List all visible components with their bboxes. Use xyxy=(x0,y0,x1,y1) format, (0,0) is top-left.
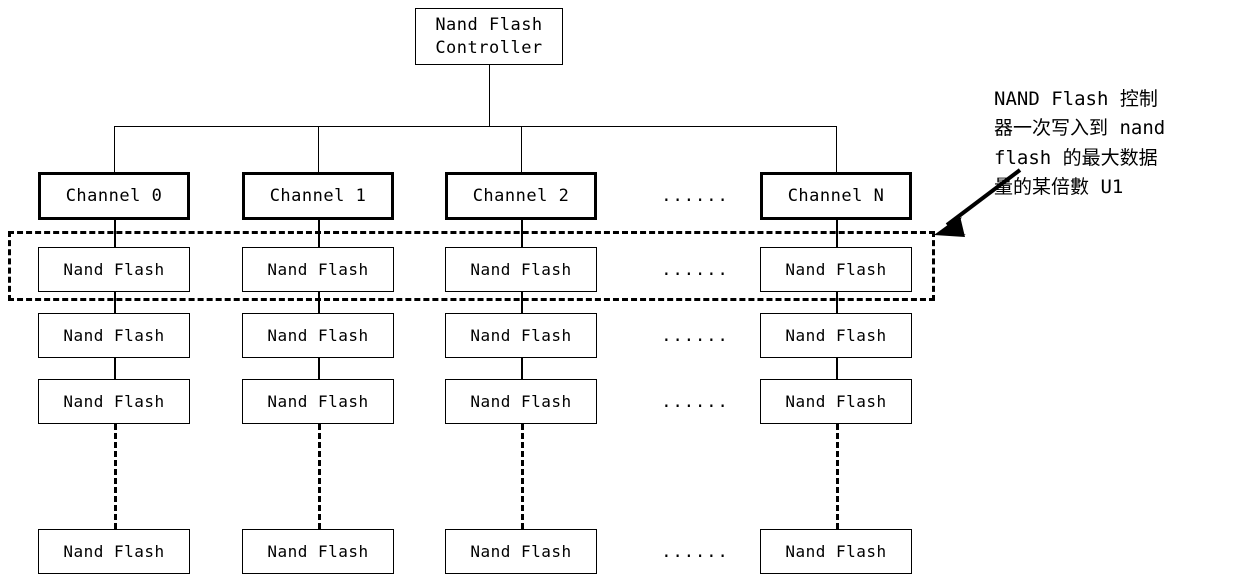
bus-drop-channel-n xyxy=(836,126,837,172)
connector-cn-r2-r3 xyxy=(836,358,838,380)
flash-box-r2-c2: Nand Flash xyxy=(445,313,597,358)
flash-box-r4-c0: Nand Flash xyxy=(38,529,190,574)
continuation-line-c0 xyxy=(114,424,117,529)
flash-row-2-ellipsis: ...... xyxy=(661,325,729,346)
continuation-line-cn xyxy=(836,424,839,529)
flash-row-4-ellipsis: ...... xyxy=(661,541,729,562)
flash-box-r4-cn: Nand Flash xyxy=(760,529,912,574)
bus-drop-channel-1 xyxy=(318,126,319,172)
channel-box-n: Channel N xyxy=(760,172,912,220)
channel-box-1: Channel 1 xyxy=(242,172,394,220)
continuation-line-c2 xyxy=(521,424,524,529)
connector-c2-r2-r3 xyxy=(521,358,523,380)
flash-row-1-ellipsis: ...... xyxy=(661,259,729,280)
flash-box-r4-c1: Nand Flash xyxy=(242,529,394,574)
channel-bus-line xyxy=(114,126,836,127)
annotation-text: NAND Flash 控制 器一次写入到 nand flash 的最大数据 量的… xyxy=(994,88,1166,199)
channel-box-0: Channel 0 xyxy=(38,172,190,220)
channel-row-ellipsis: ...... xyxy=(661,186,729,206)
flash-box-r2-c1: Nand Flash xyxy=(242,313,394,358)
flash-box-r1-c0: Nand Flash xyxy=(38,247,190,292)
diagram-canvas: Nand Flash Controller Channel 0 Channel … xyxy=(0,0,1239,586)
connector-c0-r2-r3 xyxy=(114,358,116,380)
bus-drop-channel-0 xyxy=(114,126,115,172)
flash-box-r2-cn: Nand Flash xyxy=(760,313,912,358)
flash-box-r3-c1: Nand Flash xyxy=(242,379,394,424)
flash-box-r3-c0: Nand Flash xyxy=(38,379,190,424)
flash-box-r1-c2: Nand Flash xyxy=(445,247,597,292)
nand-flash-controller-box: Nand Flash Controller xyxy=(415,8,563,65)
bus-drop-channel-2 xyxy=(521,126,522,172)
flash-box-r1-cn: Nand Flash xyxy=(760,247,912,292)
controller-drop-line xyxy=(489,65,490,126)
flash-row-3-ellipsis: ...... xyxy=(661,391,729,412)
flash-box-r3-cn: Nand Flash xyxy=(760,379,912,424)
flash-box-r2-c0: Nand Flash xyxy=(38,313,190,358)
flash-box-r1-c1: Nand Flash xyxy=(242,247,394,292)
flash-box-r3-c2: Nand Flash xyxy=(445,379,597,424)
continuation-line-c1 xyxy=(318,424,321,529)
channel-box-2: Channel 2 xyxy=(445,172,597,220)
connector-c1-r2-r3 xyxy=(318,358,320,380)
flash-box-r4-c2: Nand Flash xyxy=(445,529,597,574)
